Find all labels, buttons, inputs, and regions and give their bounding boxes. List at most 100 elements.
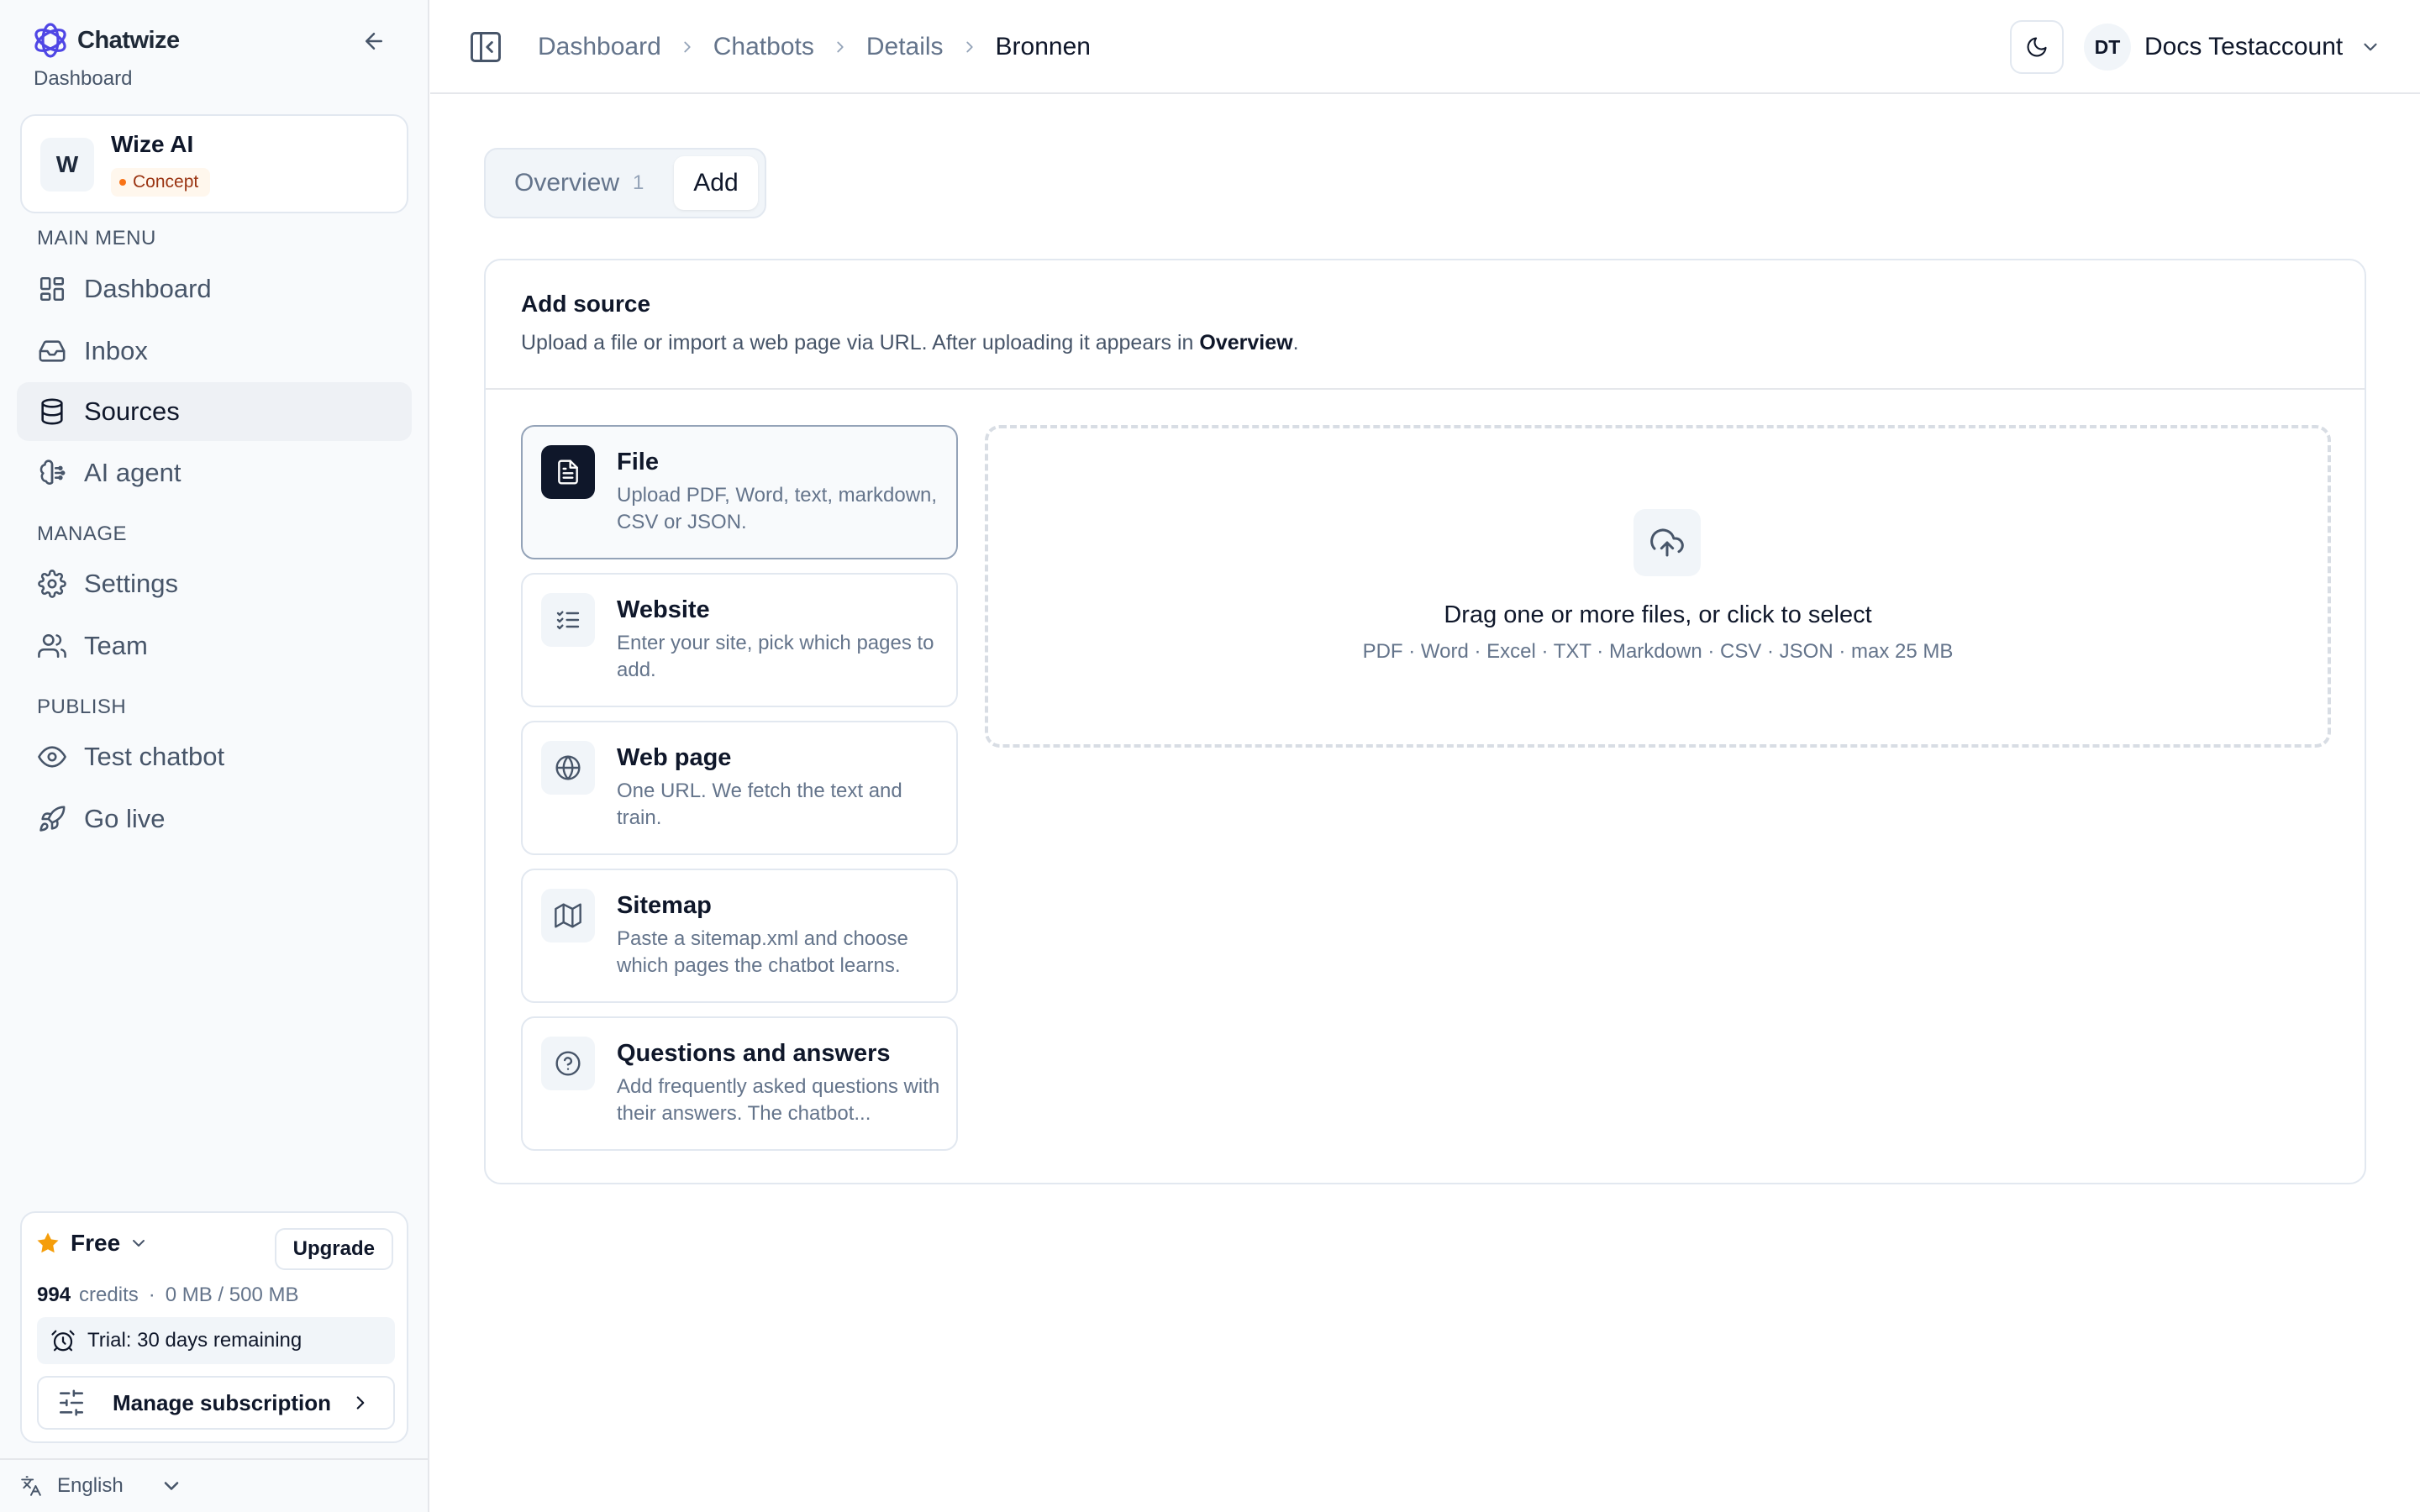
card-header: Add source Upload a file or import a web… — [486, 260, 2365, 390]
inbox-icon — [37, 336, 67, 366]
sidebar-item-label: Test chatbot — [84, 742, 225, 771]
credits-label: credits — [79, 1284, 139, 1306]
status-dot — [119, 179, 126, 186]
sidebar-item-label: AI agent — [84, 458, 182, 487]
tab-overview-count: 1 — [633, 171, 644, 194]
plan-name: Free — [71, 1230, 121, 1256]
source-option-web-page[interactable]: Web page One URL. We fetch the text and … — [521, 721, 958, 855]
arrow-left-icon — [366, 33, 382, 50]
upgrade-button[interactable]: Upgrade — [274, 1228, 393, 1270]
card-title: Add source — [521, 291, 651, 317]
top-header: Dashboard Chatbots Details Bronnen DT Do… — [430, 0, 2420, 94]
source-option-file[interactable]: File Upload PDF, Word, text, markdown, C… — [521, 425, 958, 559]
breadcrumb-chatbots[interactable]: Chatbots — [713, 33, 814, 61]
layout-dashboard-icon — [37, 274, 67, 304]
manage-subscription-button[interactable]: Manage subscription — [37, 1376, 395, 1430]
globe-icon — [541, 741, 595, 795]
nav-section-main-menu: MAIN MENU — [37, 227, 156, 249]
theme-toggle-button[interactable] — [2010, 20, 2064, 74]
file-dropzone[interactable]: Drag one or more files, or click to sele… — [985, 425, 2331, 748]
sidebar-item-go-live[interactable]: Go live — [17, 790, 412, 848]
user-avatar: DT — [2084, 24, 2131, 71]
nav-section-publish: PUBLISH — [37, 696, 127, 718]
card-description-text: Upload a file or import a web page via U… — [521, 331, 1194, 354]
source-option-website[interactable]: Website Enter your site, pick which page… — [521, 573, 958, 707]
option-title: Sitemap — [617, 892, 712, 919]
option-description: Enter your site, pick which pages to add… — [617, 632, 934, 681]
app-subtitle: Dashboard — [34, 67, 133, 90]
chevron-down-icon — [2360, 36, 2381, 58]
user-menu[interactable]: DT Docs Testaccount — [2084, 22, 2381, 72]
star-icon — [35, 1231, 60, 1256]
language-label: English — [57, 1474, 124, 1497]
breadcrumb: Dashboard Chatbots Details Bronnen — [538, 30, 1091, 64]
database-icon — [37, 396, 67, 427]
sidebar-item-sources[interactable]: Sources — [17, 382, 412, 441]
sidebar-item-ai-agent[interactable]: AI agent — [17, 444, 412, 502]
option-description: Paste a sitemap.xml and choose which pag… — [617, 927, 908, 977]
tab-overview-label: Overview — [514, 169, 620, 197]
chatwize-logo-icon — [30, 20, 71, 60]
plan-card: Free Upgrade 994 credits · 0 MB / 500 MB… — [20, 1211, 408, 1443]
credits-usage: 994 credits · 0 MB / 500 MB — [37, 1284, 298, 1307]
plan-selector[interactable]: Free — [35, 1230, 149, 1257]
option-description: Upload PDF, Word, text, markdown, CSV or… — [617, 484, 938, 533]
breadcrumb-details[interactable]: Details — [866, 33, 944, 61]
option-title: Questions and answers — [617, 1040, 891, 1067]
sidebar-item-label: Team — [84, 631, 148, 660]
option-description: One URL. We fetch the text and train. — [617, 780, 902, 829]
overview-link[interactable]: Overview — [1199, 331, 1292, 354]
panel-left-icon — [471, 32, 501, 62]
breadcrumb-dashboard[interactable]: Dashboard — [538, 33, 661, 61]
rocket-icon — [37, 804, 67, 834]
chevron-down-icon — [129, 1233, 149, 1253]
manage-subscription-label: Manage subscription — [113, 1389, 332, 1415]
workspace-status-label: Concept — [133, 172, 199, 192]
sidebar-item-settings[interactable]: Settings — [17, 554, 412, 613]
tab-overview[interactable]: Overview 1 — [492, 156, 657, 210]
workspace-name: Wize AI — [111, 131, 194, 157]
chevron-right-icon — [960, 38, 979, 56]
users-icon — [37, 631, 67, 661]
source-tabs: Overview 1 Add — [484, 148, 766, 218]
dropzone-formats: PDF · Word · Excel · TXT · Markdown · CS… — [1362, 640, 1954, 663]
dropzone-title: Drag one or more files, or click to sele… — [1444, 601, 1872, 628]
chevron-down-icon — [160, 1474, 183, 1498]
storage-usage: 0 MB / 500 MB — [165, 1284, 299, 1306]
workspace-card[interactable]: W Wize AI Concept — [20, 114, 408, 213]
tab-add[interactable]: Add — [674, 156, 758, 210]
map-icon — [541, 889, 595, 942]
sidebar-item-dashboard[interactable]: Dashboard — [17, 260, 412, 318]
card-description: Upload a file or import a web page via U… — [521, 331, 1299, 355]
trial-text: Trial: 30 days remaining — [87, 1329, 302, 1352]
eye-icon — [37, 742, 67, 772]
chevron-right-icon — [831, 38, 850, 56]
sidebar-item-label: Sources — [84, 396, 180, 426]
source-option-questions-answers[interactable]: Questions and answers Add frequently ask… — [521, 1016, 958, 1151]
chevron-right-icon — [350, 1392, 371, 1414]
toggle-sidebar-button[interactable] — [467, 29, 504, 66]
sidebar-item-inbox[interactable]: Inbox — [17, 322, 412, 381]
workspace-avatar: W — [40, 138, 94, 192]
sidebar-item-test-chatbot[interactable]: Test chatbot — [17, 727, 412, 786]
source-option-sitemap[interactable]: Sitemap Paste a sitemap.xml and choose w… — [521, 869, 958, 1003]
add-source-card: Add source Upload a file or import a web… — [484, 259, 2366, 1184]
tab-add-label: Add — [693, 169, 739, 197]
collapse-sidebar-button[interactable] — [356, 24, 392, 59]
sidebar-item-label: Dashboard — [84, 274, 212, 303]
cloud-upload-icon — [1634, 509, 1701, 576]
nav-section-manage: MANAGE — [37, 522, 128, 545]
list-checks-icon — [541, 593, 595, 647]
breadcrumb-current: Bronnen — [995, 33, 1091, 60]
alarm-clock-icon — [50, 1328, 76, 1353]
sidebar: Chatwize Dashboard W Wize AI Concept MAI… — [0, 0, 429, 1512]
trial-notice: Trial: 30 days remaining — [37, 1317, 395, 1364]
separator-dot: · — [148, 1284, 155, 1306]
brain-icon — [37, 458, 67, 488]
credits-count: 994 — [37, 1284, 71, 1306]
option-description: Add frequently asked questions with thei… — [617, 1075, 940, 1125]
sidebar-item-label: Settings — [84, 569, 179, 598]
sidebar-item-team[interactable]: Team — [17, 617, 412, 675]
language-selector[interactable]: English — [0, 1458, 428, 1512]
brand[interactable]: Chatwize — [30, 18, 180, 62]
